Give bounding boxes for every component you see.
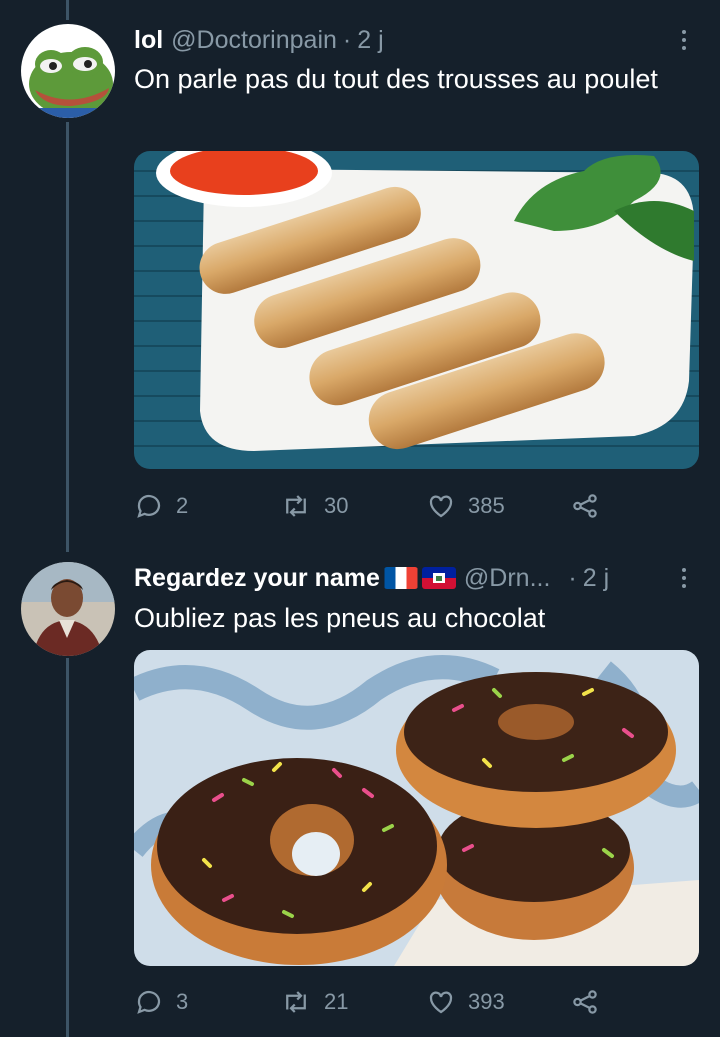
timestamp[interactable]: 2 j bbox=[583, 564, 609, 593]
share-button[interactable] bbox=[570, 486, 612, 526]
separator-dot: · bbox=[342, 25, 352, 54]
tweet-text: Oubliez pas les pneus au chocolat bbox=[134, 603, 546, 633]
like-button[interactable]: 385 bbox=[426, 486, 505, 526]
separator-dot: · bbox=[568, 563, 577, 592]
timestamp[interactable]: 2 j bbox=[357, 26, 383, 55]
tweet-actions: 3 21 393 bbox=[134, 982, 614, 1022]
tweet-text: On parle pas du tout des trousses au pou… bbox=[134, 64, 658, 94]
display-name[interactable]: lol bbox=[134, 26, 163, 55]
reply-count: 3 bbox=[176, 989, 189, 1014]
like-button[interactable]: 393 bbox=[426, 982, 505, 1022]
tweet[interactable]: Regardez your name @Drn... · 2 j Oubliez… bbox=[0, 540, 720, 1037]
reply-icon bbox=[137, 494, 161, 518]
reply-icon bbox=[137, 990, 161, 1014]
user-handle[interactable]: @Doctorinpain bbox=[171, 26, 337, 55]
share-icon bbox=[573, 990, 597, 1014]
retweet-count: 30 bbox=[324, 493, 349, 518]
retweet-icon bbox=[286, 991, 306, 1013]
tweet[interactable]: lol @Doctorinpain · 2 j On parle pas du … bbox=[0, 0, 720, 540]
tweet-header: Regardez your name @Drn... · 2 j bbox=[134, 558, 696, 598]
tweet-header: lol @Doctorinpain · 2 j bbox=[134, 20, 696, 60]
retweet-icon bbox=[286, 495, 306, 517]
tweet-image-spring-rolls[interactable] bbox=[134, 151, 699, 469]
reply-count: 2 bbox=[176, 493, 189, 518]
retweet-button[interactable]: 30 bbox=[280, 486, 348, 526]
display-name[interactable]: Regardez your name bbox=[134, 564, 380, 593]
like-count: 393 bbox=[468, 989, 505, 1014]
haiti-flag-icon bbox=[421, 567, 456, 589]
share-button[interactable] bbox=[570, 982, 612, 1022]
more-options-icon[interactable] bbox=[672, 20, 696, 60]
retweet-count: 21 bbox=[324, 989, 349, 1014]
avatar[interactable] bbox=[21, 562, 115, 656]
reply-button[interactable]: 2 bbox=[134, 486, 188, 526]
heart-icon bbox=[429, 495, 453, 518]
retweet-button[interactable]: 21 bbox=[280, 982, 348, 1022]
tweet-actions: 2 30 385 bbox=[134, 486, 614, 526]
tweet-image-donuts[interactable] bbox=[134, 650, 699, 966]
more-options-icon[interactable] bbox=[672, 558, 696, 598]
like-count: 385 bbox=[468, 493, 505, 518]
avatar[interactable] bbox=[21, 24, 115, 118]
share-icon bbox=[573, 494, 597, 518]
france-flag-icon bbox=[384, 567, 418, 589]
reply-button[interactable]: 3 bbox=[134, 982, 188, 1022]
user-handle[interactable]: @Drn... bbox=[464, 564, 551, 593]
heart-icon bbox=[429, 991, 453, 1014]
